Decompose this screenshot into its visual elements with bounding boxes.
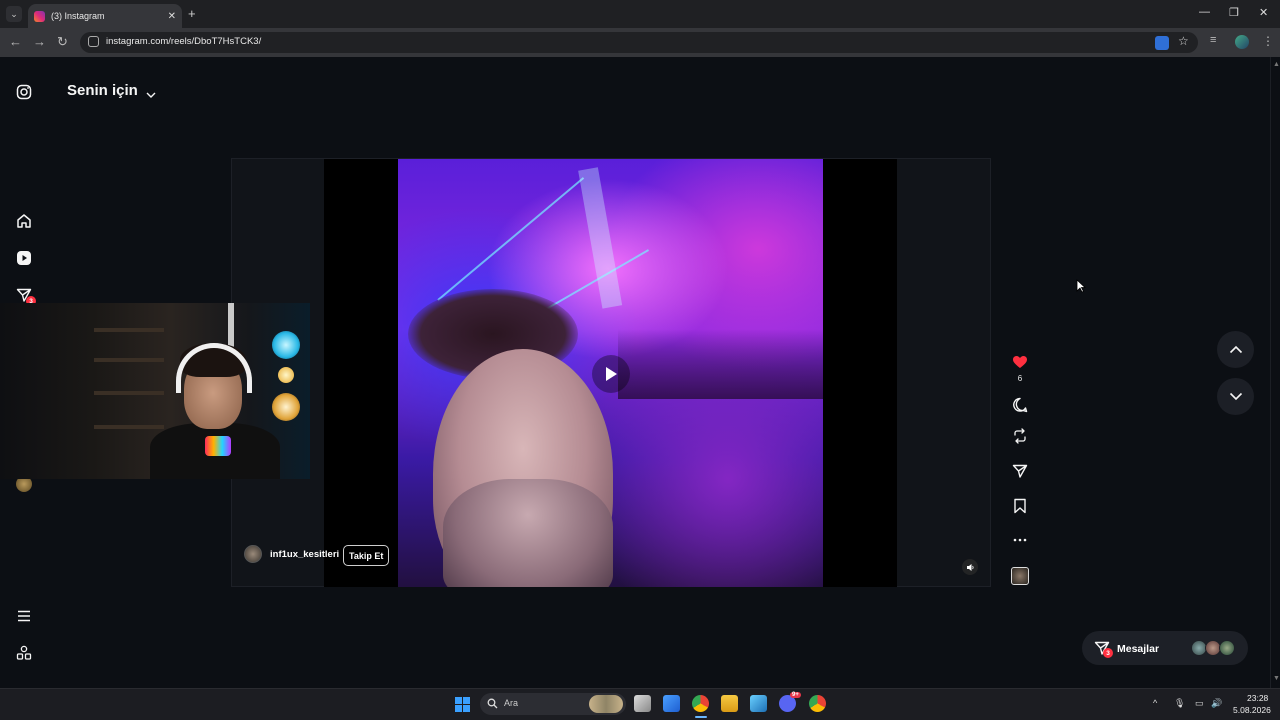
- sound-toggle-button[interactable]: [962, 559, 978, 575]
- network-icon[interactable]: ▭: [1195, 698, 1204, 709]
- instagram-favicon-icon: [34, 10, 45, 22]
- author-avatar[interactable]: [244, 545, 262, 563]
- tray-overflow-icon[interactable]: ^: [1153, 698, 1157, 708]
- restore-icon[interactable]: ❐: [1229, 6, 1239, 19]
- close-icon[interactable]: ✕: [1259, 6, 1268, 19]
- bookmark-icon[interactable]: [1011, 497, 1029, 515]
- more-apps-icon[interactable]: [15, 644, 33, 662]
- laser-light: [437, 177, 585, 301]
- mouse-cursor-icon: [1076, 279, 1087, 298]
- tab-title: (3) Instagram: [51, 11, 105, 21]
- scroll-down-icon[interactable]: ▼: [1273, 675, 1280, 682]
- chrome-icon[interactable]: [692, 695, 709, 712]
- browser-tab-strip: ⌄ (3) Instagram ✕ + — ❐ ✕: [0, 0, 1280, 28]
- comment-icon[interactable]: [1011, 396, 1029, 414]
- profile-avatar-icon[interactable]: [1235, 35, 1249, 49]
- page-scrollbar[interactable]: ▲ ▼: [1270, 57, 1280, 688]
- taskbar-search-label: Ara: [504, 698, 519, 708]
- shelf: [94, 328, 164, 332]
- follow-button[interactable]: Takip Et: [343, 545, 390, 566]
- lamp: [272, 331, 300, 359]
- windows-start-icon[interactable]: [455, 697, 470, 712]
- webcam-overlay: [0, 303, 310, 479]
- new-tab-button[interactable]: +: [188, 6, 196, 21]
- clock-time[interactable]: 23:28: [1247, 693, 1268, 703]
- heart-icon[interactable]: [1011, 353, 1029, 371]
- volume-icon[interactable]: 🔊: [1211, 698, 1222, 709]
- browser-toolbar: ← → ↻ instagram.com/reels/DboT7HsTCK3/ ☆…: [0, 28, 1280, 57]
- app-icon[interactable]: [750, 695, 767, 712]
- share-icon[interactable]: [1011, 462, 1029, 480]
- author-username[interactable]: inf1ux_kesitleri: [270, 549, 339, 560]
- task-view-icon[interactable]: [634, 695, 651, 712]
- lamp: [272, 393, 300, 421]
- messages-badge: 3: [1103, 648, 1113, 658]
- microphone-icon[interactable]: 🎙: [1174, 698, 1185, 709]
- reload-icon[interactable]: ↻: [57, 34, 68, 50]
- next-reel-button[interactable]: [1217, 378, 1254, 415]
- chevron-down-icon: [1229, 392, 1242, 401]
- like-count: 6: [1017, 374, 1023, 383]
- tab-close-icon[interactable]: ✕: [168, 11, 176, 22]
- back-icon[interactable]: ←: [9, 34, 22, 49]
- chrome-profile-icon[interactable]: [809, 695, 826, 712]
- discord-badge: 9+: [790, 692, 801, 698]
- rgb-microphone: [205, 436, 231, 456]
- repost-icon[interactable]: [1011, 427, 1029, 445]
- minimize-icon[interactable]: —: [1199, 6, 1210, 18]
- active-app-indicator: [695, 716, 707, 718]
- microsoft-store-icon[interactable]: [663, 695, 680, 712]
- chevron-up-icon: [1229, 345, 1242, 354]
- bookmark-star-icon[interactable]: ☆: [1178, 34, 1192, 48]
- tab-instagram[interactable]: (3) Instagram ✕: [28, 4, 182, 28]
- address-bar[interactable]: instagram.com/reels/DboT7HsTCK3/ ☆: [80, 32, 1198, 53]
- site-info-icon[interactable]: [88, 36, 99, 47]
- previous-reel-button[interactable]: [1217, 331, 1254, 368]
- feed-title[interactable]: Senin için: [67, 82, 138, 99]
- instagram-logo-icon[interactable]: [15, 83, 33, 101]
- forward-icon[interactable]: →: [33, 34, 46, 49]
- shelf: [94, 425, 164, 429]
- play-button[interactable]: [592, 355, 630, 393]
- audio-track-thumbnail[interactable]: [1011, 567, 1029, 585]
- home-icon[interactable]: [15, 212, 33, 230]
- speaker-icon: [966, 563, 974, 571]
- url-text: instagram.com/reels/DboT7HsTCK3/: [106, 36, 262, 47]
- person-beard: [443, 479, 613, 587]
- file-explorer-icon[interactable]: [721, 695, 738, 712]
- browser-menu-icon[interactable]: ⋮: [1262, 34, 1274, 48]
- scroll-up-icon[interactable]: ▲: [1273, 61, 1280, 68]
- shelf: [94, 358, 164, 362]
- shelf: [94, 391, 164, 395]
- lamp: [278, 367, 294, 383]
- search-icon: [487, 698, 498, 709]
- search-highlight-image: [589, 695, 623, 713]
- translate-icon[interactable]: [1155, 36, 1169, 50]
- reels-icon[interactable]: [15, 249, 33, 267]
- chevron-down-icon[interactable]: [146, 86, 156, 104]
- more-icon[interactable]: [1011, 531, 1029, 549]
- reading-list-icon[interactable]: ≡: [1210, 34, 1216, 46]
- messages-label: Mesajlar: [1117, 643, 1160, 655]
- menu-icon[interactable]: [15, 607, 33, 625]
- play-icon: [606, 367, 617, 381]
- avatar: [1219, 640, 1235, 656]
- crowd-silhouette: [618, 329, 823, 399]
- clock-date[interactable]: 5.08.2026: [1233, 705, 1271, 715]
- tab-search-button[interactable]: ⌄: [6, 6, 22, 22]
